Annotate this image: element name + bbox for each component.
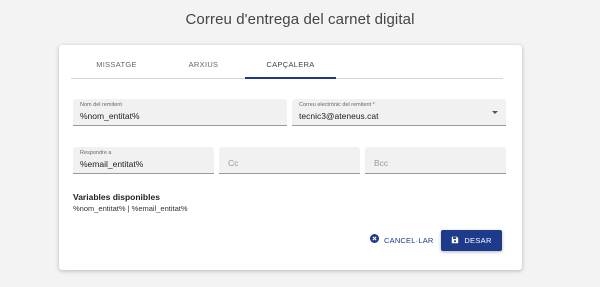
sender-name-value[interactable]: %nom_entitat% (80, 111, 140, 121)
reply-to-label: Respondre a (80, 150, 112, 156)
sender-email-value[interactable]: tecnic3@ateneus.cat (299, 111, 379, 121)
cc-placeholder: Cc (228, 158, 239, 168)
tab-arxius[interactable]: ARXIUS (162, 51, 245, 78)
email-config-card: MISSATGE ARXIUS CAPÇALERA Nom del remite… (59, 45, 522, 270)
cancel-button-label: CANCEL·LAR (384, 236, 434, 245)
active-tab-indicator (245, 77, 336, 79)
sender-name-label: Nom del remitent (80, 102, 122, 108)
floppy-disk-icon (451, 236, 459, 246)
save-button[interactable]: DESAR (441, 230, 502, 251)
tab-missatge[interactable]: MISSATGE (71, 51, 162, 78)
cc-field[interactable]: Cc (219, 147, 360, 174)
cancel-button[interactable]: CANCEL·LAR (370, 232, 434, 250)
bcc-field[interactable]: Bcc (365, 147, 506, 174)
page-title: Correu d'entrega del carnet digital (185, 11, 415, 28)
caret-down-icon[interactable] (492, 111, 498, 114)
tab-bar: MISSATGE ARXIUS CAPÇALERA (71, 51, 503, 79)
variables-list: %nom_entitat% | %email_entitat% (73, 204, 188, 213)
sender-name-field[interactable]: Nom del remitent %nom_entitat% (73, 99, 287, 126)
reply-to-value[interactable]: %email_entitat% (80, 159, 143, 169)
reply-to-field[interactable]: Respondre a %email_entitat% (73, 147, 214, 174)
bcc-placeholder: Bcc (374, 158, 389, 168)
save-button-label: DESAR (464, 236, 492, 245)
tab-capcalera[interactable]: CAPÇALERA (245, 51, 336, 78)
sender-email-select[interactable]: Correu electrònic del remitent * tecnic3… (292, 99, 506, 126)
sender-email-label: Correu electrònic del remitent * (299, 102, 375, 108)
variables-title: Variables disponibles (73, 192, 160, 202)
close-circle-icon (370, 232, 379, 250)
